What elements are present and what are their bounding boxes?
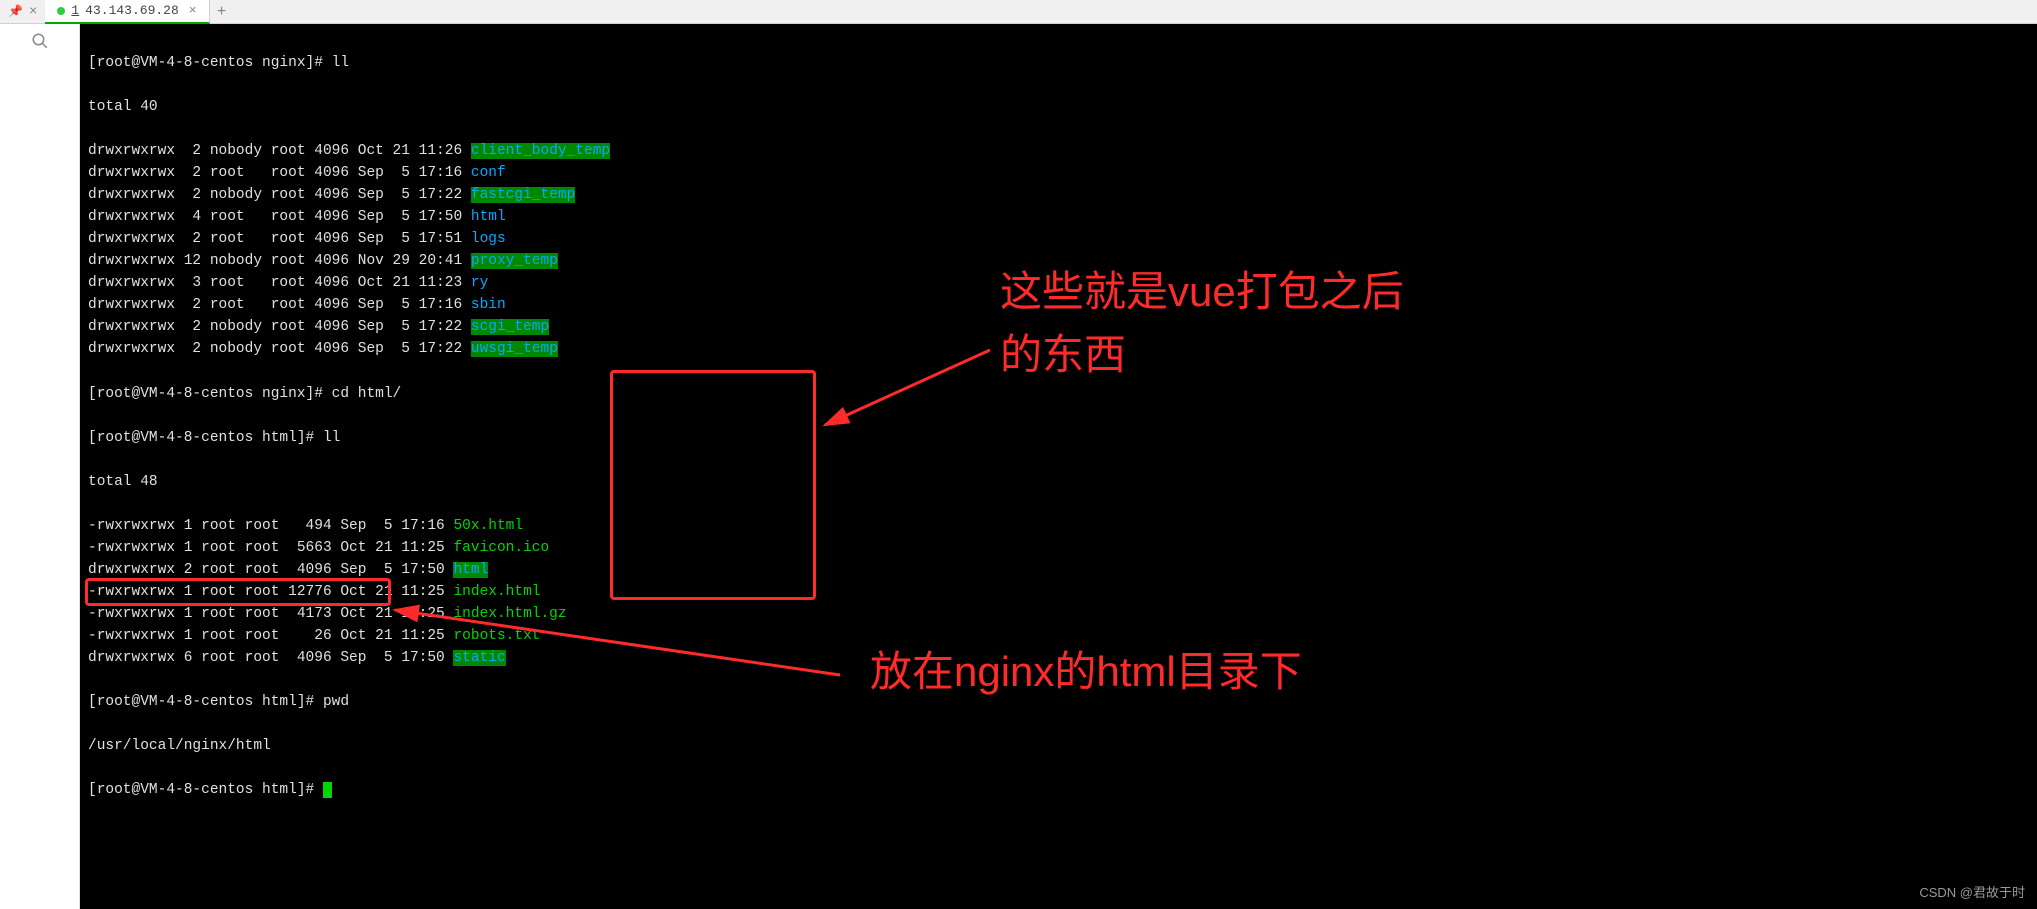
file-row: drwxrwxrwx 2 nobody root 4096 Oct 21 11:…: [88, 140, 2029, 162]
file-row: -rwxrwxrwx 1 root root 494 Sep 5 17:16 5…: [88, 515, 2029, 537]
watermark: CSDN @君故于时: [1919, 882, 2025, 901]
file-row: drwxrwxrwx 2 nobody root 4096 Sep 5 17:2…: [88, 338, 2029, 360]
prompt-line: [root@VM-4-8-centos html]#: [88, 779, 2029, 801]
file-row: drwxrwxrwx 6 root root 4096 Sep 5 17:50 …: [88, 647, 2029, 669]
file-row: drwxrwxrwx 4 root root 4096 Sep 5 17:50 …: [88, 206, 2029, 228]
file-row: drwxrwxrwx 2 nobody root 4096 Sep 5 17:2…: [88, 184, 2029, 206]
file-row: -rwxrwxrwx 1 root root 4173 Oct 21 11:25…: [88, 603, 2029, 625]
file-row: drwxrwxrwx 2 nobody root 4096 Sep 5 17:2…: [88, 316, 2029, 338]
file-row: drwxrwxrwx 2 root root 4096 Sep 5 17:16 …: [88, 162, 2029, 184]
sidebar: [0, 24, 80, 909]
file-row: drwxrwxrwx 2 root root 4096 Sep 5 17:16 …: [88, 294, 2029, 316]
file-name: 50x.html: [453, 518, 523, 534]
file-row: drwxrwxrwx 2 root root 4096 Sep 5 17:50 …: [88, 559, 2029, 581]
prompt-line: [root@VM-4-8-centos nginx]# cd html/: [88, 383, 2029, 405]
file-row: -rwxrwxrwx 1 root root 5663 Oct 21 11:25…: [88, 537, 2029, 559]
file-name: logs: [471, 231, 506, 247]
total-line: total 40: [88, 96, 2029, 118]
file-row: drwxrwxrwx 12 nobody root 4096 Nov 29 20…: [88, 250, 2029, 272]
file-name: fastcgi_temp: [471, 187, 575, 203]
total-line: total 48: [88, 471, 2029, 493]
prompt-line: [root@VM-4-8-centos nginx]# ll: [88, 52, 2029, 74]
tab-ip: 43.143.69.28: [85, 3, 179, 18]
pin-icon: 📌: [8, 4, 23, 19]
search-icon[interactable]: [31, 32, 49, 55]
file-name: proxy_temp: [471, 253, 558, 269]
terminal[interactable]: [root@VM-4-8-centos nginx]# ll total 40 …: [80, 24, 2037, 909]
add-tab-button[interactable]: +: [210, 0, 234, 24]
file-name: conf: [471, 165, 506, 181]
tab-bar: 📌 × 1 43.143.69.28 × +: [0, 0, 2037, 24]
tab-number: 1: [71, 3, 79, 18]
file-name: html: [453, 562, 488, 578]
tab-close-icon[interactable]: ×: [189, 3, 197, 18]
status-dot-icon: [57, 7, 65, 15]
file-name: index.html.gz: [453, 606, 566, 622]
file-row: -rwxrwxrwx 1 root root 26 Oct 21 11:25 r…: [88, 625, 2029, 647]
file-name: uwsgi_temp: [471, 341, 558, 357]
cursor-icon: [323, 782, 332, 798]
file-name: html: [471, 209, 506, 225]
file-row: drwxrwxrwx 2 root root 4096 Sep 5 17:51 …: [88, 228, 2029, 250]
file-name: robots.txt: [453, 628, 540, 644]
file-row: -rwxrwxrwx 1 root root 12776 Oct 21 11:2…: [88, 581, 2029, 603]
file-name: index.html: [453, 584, 540, 600]
prompt-line: [root@VM-4-8-centos html]# pwd: [88, 691, 2029, 713]
file-name: ry: [471, 275, 488, 291]
file-name: favicon.ico: [453, 540, 549, 556]
close-icon[interactable]: ×: [29, 4, 37, 20]
file-name: static: [453, 650, 505, 666]
file-name: client_body_temp: [471, 143, 610, 159]
file-name: scgi_temp: [471, 319, 549, 335]
tab-active[interactable]: 1 43.143.69.28 ×: [45, 0, 209, 24]
pwd-output: /usr/local/nginx/html: [88, 735, 2029, 757]
prompt-line: [root@VM-4-8-centos html]# ll: [88, 427, 2029, 449]
file-name: sbin: [471, 297, 506, 313]
tab-pinned-area: 📌 ×: [0, 4, 45, 20]
file-row: drwxrwxrwx 3 root root 4096 Oct 21 11:23…: [88, 272, 2029, 294]
